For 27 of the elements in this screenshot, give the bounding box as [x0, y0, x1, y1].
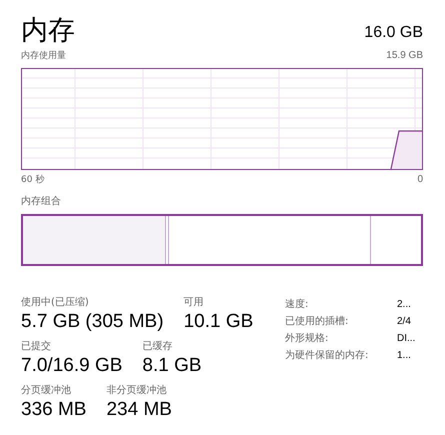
graph-max: 15.9 GB: [386, 49, 423, 63]
detail-label: 已使用的插槽:: [285, 314, 350, 329]
detail-label: 为硬件保留的内存:: [285, 348, 370, 363]
stat-value: 7.0/16.9 GB: [21, 354, 122, 378]
detail-label: 速度:: [285, 298, 310, 312]
stat-label: 可用: [184, 296, 205, 310]
stat-label: 非分页缓冲池: [106, 384, 168, 398]
stat-label: 已缓存: [142, 340, 174, 354]
stat-value: 10.1 GB: [184, 310, 254, 334]
stat-label: 已提交: [21, 340, 52, 354]
stat-value: 336 MB: [21, 398, 86, 422]
composition-label: 内存组合: [21, 196, 61, 207]
stat-value: 234 MB: [106, 398, 172, 422]
panel-title: 内存: [21, 14, 75, 48]
stat-label: 分页缓冲池: [21, 384, 72, 398]
graph-label: 内存使用量: [21, 50, 66, 63]
stat-value: 5.7 GB (305 MB): [21, 310, 164, 334]
time-end-label: 0: [417, 173, 423, 187]
detail-value: 1...: [397, 349, 411, 363]
detail-value: 2/4: [397, 315, 411, 329]
total-memory: 16.0 GB: [364, 23, 423, 43]
detail-label: 外形规格:: [285, 332, 330, 346]
detail-value: 2...: [397, 298, 411, 312]
detail-value: DI...: [397, 332, 416, 346]
time-start-label: 60 秒: [21, 174, 44, 187]
stat-value: 8.1 GB: [142, 354, 202, 378]
stat-label: 使用中(已压缩): [21, 296, 90, 310]
